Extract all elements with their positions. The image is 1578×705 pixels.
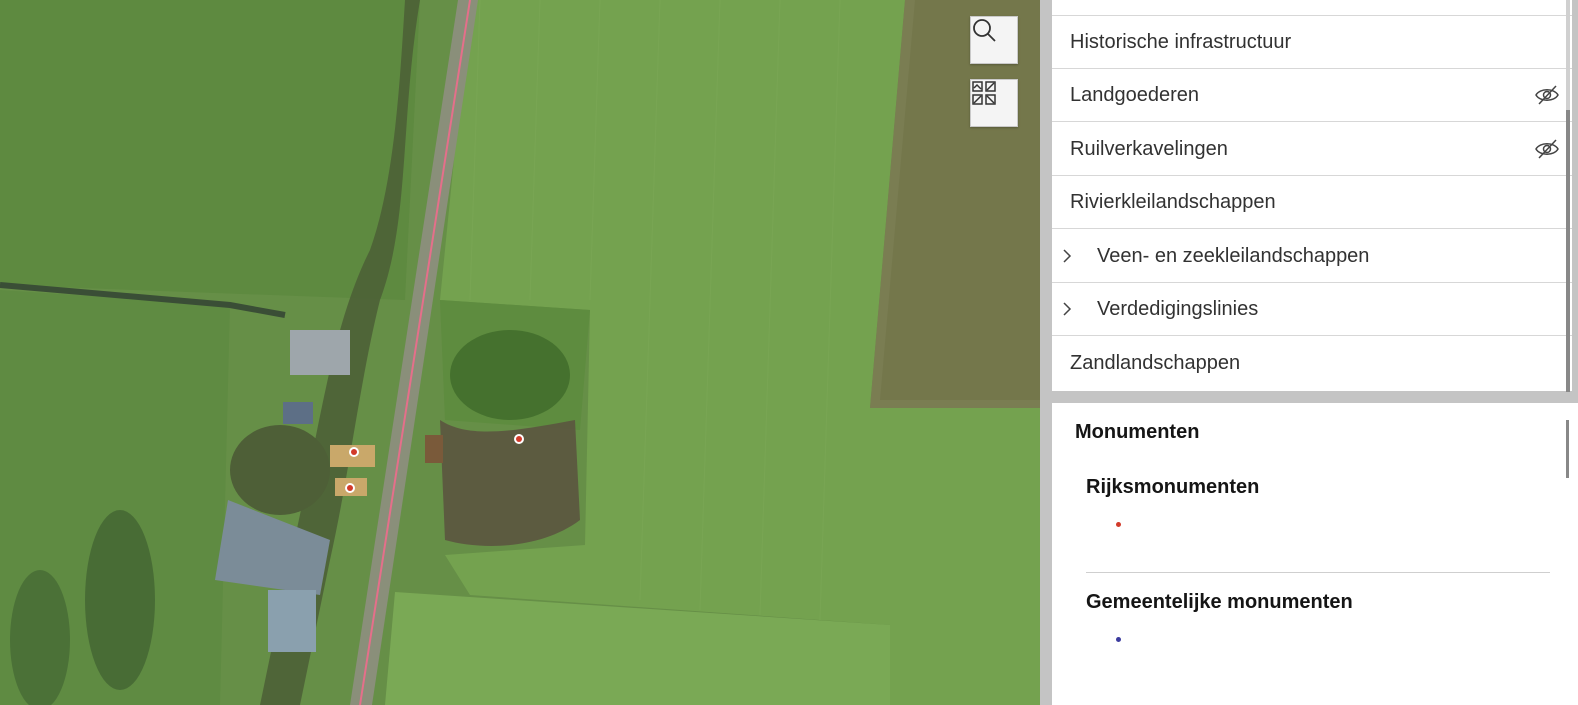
basemap-gallery-button[interactable] [970, 79, 1018, 127]
monument-marker[interactable] [349, 447, 359, 457]
layer-item-zandlandschappen[interactable]: Zandlandschappen [1052, 337, 1572, 390]
layer-item-label: Historische infrastructuur [1070, 30, 1292, 53]
eye-slash-icon[interactable] [1534, 138, 1560, 160]
legend-layer-title: Gemeentelijke monumenten [1086, 591, 1353, 613]
map-view[interactable] [0, 0, 1040, 705]
aerial-imagery [0, 0, 1040, 705]
chevron-right-icon[interactable] [1062, 248, 1072, 264]
legend-divider [1086, 572, 1550, 573]
legend-scrollbar-thumb[interactable] [1566, 420, 1569, 478]
search-icon [973, 19, 996, 42]
legend-layer-title: Rijksmonumenten [1086, 476, 1260, 498]
layer-item-label: Veen- en zeekleilandschappen [1097, 244, 1370, 267]
legend-title: Monumenten [1075, 421, 1200, 443]
eye-slash-icon[interactable] [1534, 84, 1560, 106]
layer-item-label: Landgoederen [1070, 83, 1200, 106]
layer-item-label: Rivierkleilandschappen [1070, 190, 1276, 213]
side-panel: Historische infrastructuur Landgoederen … [1040, 0, 1578, 705]
layer-item-ruilverkavelingen[interactable]: Ruilverkavelingen [1052, 123, 1572, 176]
monument-marker[interactable] [345, 483, 355, 493]
layer-list-top-border [1052, 0, 1572, 16]
layer-item-label: Ruilverkavelingen [1070, 137, 1228, 160]
layer-item-rivierkleilandschappen[interactable]: Rivierkleilandschappen [1052, 176, 1572, 229]
legend-symbol-blue-dot [1116, 637, 1121, 642]
layer-item-historische-infrastructuur[interactable]: Historische infrastructuur [1052, 16, 1572, 69]
layer-item-landgoederen[interactable]: Landgoederen [1052, 69, 1572, 122]
chevron-right-icon[interactable] [1062, 301, 1072, 317]
monument-marker[interactable] [514, 434, 524, 444]
search-button[interactable] [970, 16, 1018, 64]
layer-item-verdedigingslinies[interactable]: Verdedigingslinies [1052, 283, 1572, 336]
layer-item-label: Verdedigingslinies [1097, 297, 1259, 320]
layer-item-veen-en-zeekleilandschappen[interactable]: Veen- en zeekleilandschappen [1052, 230, 1572, 283]
layer-item-label: Zandlandschappen [1070, 352, 1241, 374]
basemap-gallery-icon [972, 81, 996, 105]
layer-list-scrollbar-thumb[interactable] [1566, 110, 1570, 392]
legend-panel: Monumenten Rijksmonumenten Gemeentelijke… [1052, 403, 1578, 705]
layer-list: Historische infrastructuur Landgoederen … [1052, 0, 1572, 391]
legend-symbol-red-dot [1116, 522, 1121, 527]
